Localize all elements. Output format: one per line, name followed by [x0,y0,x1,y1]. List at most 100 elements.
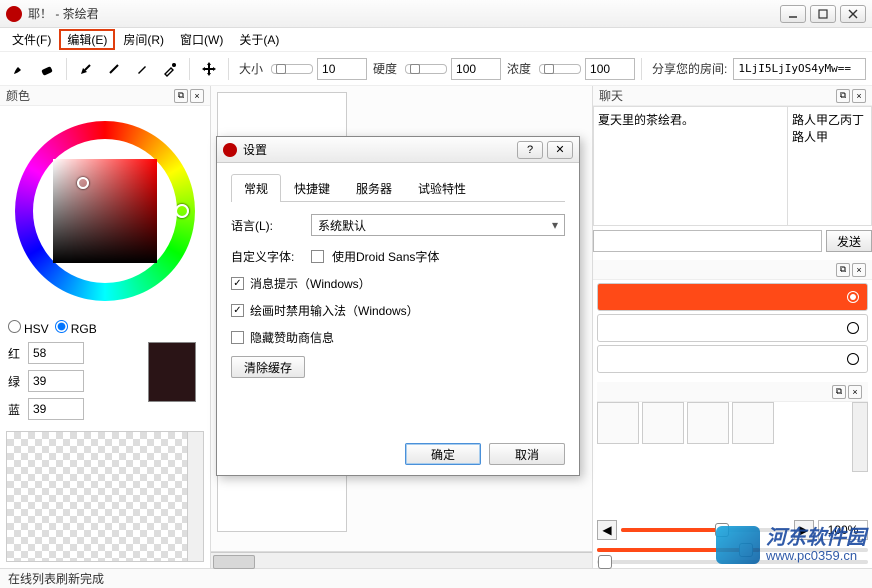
language-value: 系统默认 [318,217,366,234]
size-slider[interactable] [271,64,313,74]
panel-undock-icon[interactable]: ⧉ [836,263,850,277]
brush-section: ⧉ × [593,382,872,472]
user-list: 路人甲乙丙丁 路人甲 [788,106,872,226]
b-label: 蓝 [8,401,22,418]
close-button[interactable] [840,5,866,23]
layer-item[interactable] [597,345,868,373]
opacity-slider[interactable] [539,64,581,74]
menu-about[interactable]: 关于(A) [231,29,287,50]
menu-window[interactable]: 窗口(W) [172,29,231,50]
chat-log: 夏天里的茶绘君。 [593,106,788,226]
r-input[interactable] [28,342,84,364]
brush-thumb[interactable] [732,402,774,444]
titlebar: 耶！ - 茶绘君 [0,0,872,28]
brush-thumb[interactable] [642,402,684,444]
ok-button[interactable]: 确定 [405,443,481,465]
layer-item[interactable] [597,283,868,311]
msg-tip-label: 消息提示（Windows） [250,275,371,292]
disable-ime-label: 绘画时禁用输入法（Windows） [250,302,419,319]
panel-close-icon[interactable]: × [852,89,866,103]
app-icon [6,6,22,22]
share-room-input[interactable] [733,58,866,80]
watermark-text: 河东软件园 [766,527,866,549]
font-row: 自定义字体: 使用Droid Sans字体 [231,248,565,265]
palette-scrollbar[interactable] [187,432,203,561]
hardness-label: 硬度 [373,60,397,77]
panel-undock-icon[interactable]: ⧉ [832,385,846,399]
hardness-slider[interactable] [405,64,447,74]
eyedropper-tool-icon[interactable] [157,56,183,82]
brush-thumb[interactable] [597,402,639,444]
settings-dialog: 设置 ? ✕ 常规 快捷键 服务器 试验特性 语言(L): 系统默认 自定义字体… [216,136,580,476]
dialog-titlebar[interactable]: 设置 ? ✕ [217,137,579,163]
use-droid-label: 使用Droid Sans字体 [332,248,439,265]
clear-cache-row: 清除缓存 [231,356,565,378]
panel-close-icon[interactable]: × [852,263,866,277]
pen-tool-icon[interactable] [73,56,99,82]
hue-ring-handle[interactable] [175,204,189,218]
palette-area[interactable] [6,431,204,562]
dialog-close-button[interactable]: ✕ [547,141,573,159]
cancel-button[interactable]: 取消 [489,443,565,465]
msg-tip-checkbox[interactable] [231,277,244,290]
minimize-button[interactable] [780,5,806,23]
opacity-input[interactable] [585,58,635,80]
color-sv-square[interactable] [53,159,157,263]
rgb-input-area: 红 绿 蓝 [0,340,210,425]
color-wheel-area[interactable] [0,106,210,316]
ime-row: 绘画时禁用输入法（Windows） [231,302,565,319]
chat-input[interactable] [593,230,822,252]
send-button[interactable]: 发送 [826,230,872,252]
marker-tool-icon[interactable] [129,56,155,82]
maximize-button[interactable] [810,5,836,23]
panel-close-icon[interactable]: × [848,385,862,399]
nav-prev-icon[interactable]: ◀ [597,520,617,540]
language-row: 语言(L): 系统默认 [231,214,565,236]
tab-shortcuts[interactable]: 快捷键 [281,174,343,202]
eraser-tool-icon[interactable] [34,56,60,82]
toolbar-separator [228,58,229,80]
layer-item[interactable] [597,314,868,342]
tab-experimental[interactable]: 试验特性 [405,174,479,202]
chat-area: 夏天里的茶绘君。 路人甲乙丙丁 路人甲 [593,106,872,226]
brush-thumb[interactable] [687,402,729,444]
sv-handle[interactable] [77,177,89,189]
layer-visible-radio[interactable] [847,322,859,334]
window-title: 耶！ - 茶绘君 [28,5,776,22]
help-button[interactable]: ? [517,141,543,159]
clear-cache-button[interactable]: 清除缓存 [231,356,305,378]
g-input[interactable] [28,370,84,392]
b-input[interactable] [28,398,84,420]
move-tool-icon[interactable] [196,56,222,82]
rgb-radio[interactable]: RGB [55,320,97,336]
size-input[interactable] [317,58,367,80]
hardness-input[interactable] [451,58,501,80]
language-label: 语言(L): [231,217,303,234]
share-label: 分享您的房间: [652,60,727,77]
language-combo[interactable]: 系统默认 [311,214,565,236]
layer-visible-radio[interactable] [847,291,859,303]
canvas-h-scrollbar[interactable] [211,552,592,568]
menu-edit[interactable]: 编辑(E) [59,29,115,50]
brush-scrollbar[interactable] [852,402,868,472]
brush-thumbnails [597,402,850,472]
hide-sponsor-checkbox[interactable] [231,331,244,344]
tab-general[interactable]: 常规 [231,174,281,202]
disable-ime-checkbox[interactable] [231,304,244,317]
panel-undock-icon[interactable]: ⧉ [836,89,850,103]
dialog-title: 设置 [243,141,513,158]
tab-server[interactable]: 服务器 [343,174,405,202]
menu-file[interactable]: 文件(F) [4,29,59,50]
pencil-tool-icon[interactable] [101,56,127,82]
hsv-radio[interactable]: HSV [8,320,49,336]
menu-room[interactable]: 房间(R) [115,29,172,50]
sponsor-row: 隐藏赞助商信息 [231,329,565,346]
color-panel-header: 颜色 ⧉ × [0,86,210,106]
brush-tool-icon[interactable] [6,56,32,82]
menubar: 文件(F) 编辑(E) 房间(R) 窗口(W) 关于(A) [0,28,872,52]
panel-undock-icon[interactable]: ⧉ [174,89,188,103]
panel-close-icon[interactable]: × [190,89,204,103]
color-panel: 颜色 ⧉ × HSV RGB 红 绿 蓝 [0,86,211,568]
use-droid-checkbox[interactable] [311,250,324,263]
layer-visible-radio[interactable] [847,353,859,365]
